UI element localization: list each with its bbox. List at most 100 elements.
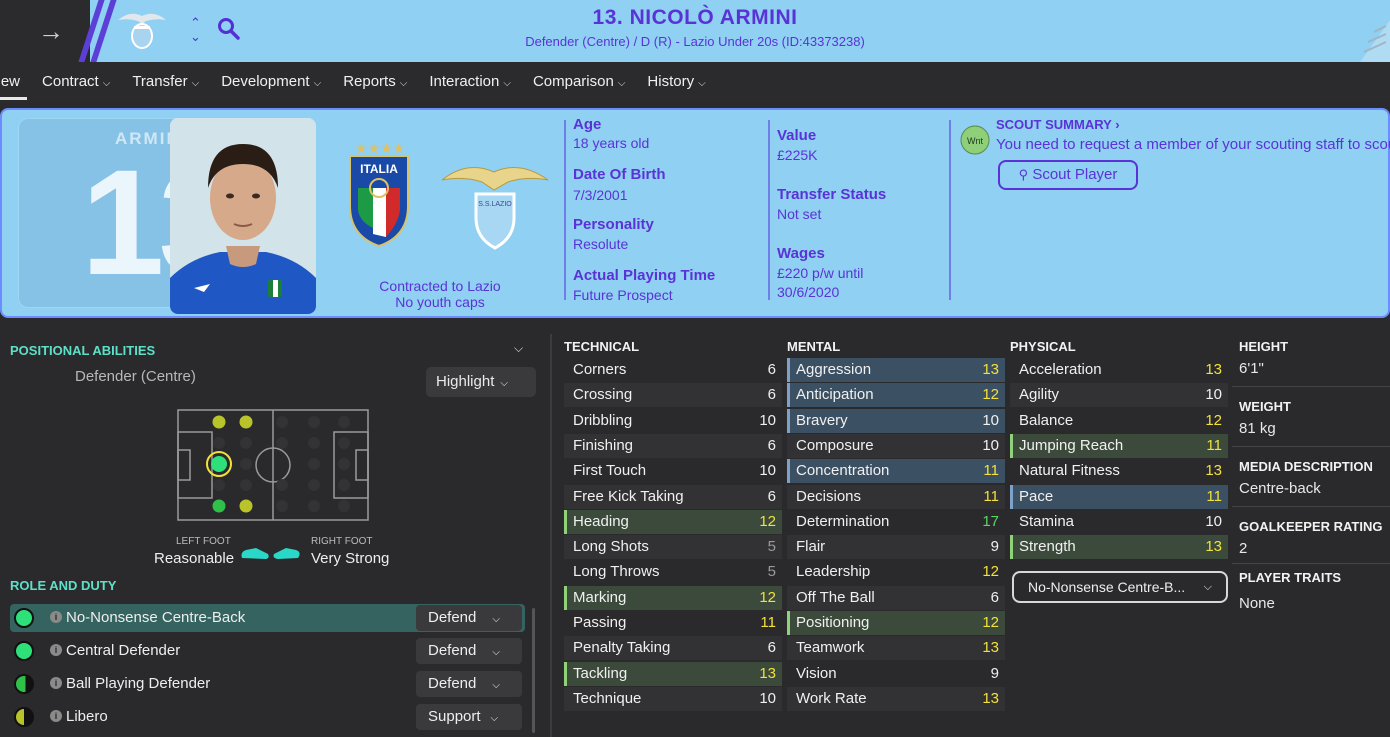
attribute-row[interactable]: Long Throws 5 <box>564 560 782 584</box>
attribute-row[interactable]: Off The Ball 6 <box>787 586 1005 610</box>
scout-summary-link[interactable]: SCOUT SUMMARY › <box>996 117 1120 132</box>
attribute-value: 11 <box>1206 437 1222 454</box>
attribute-row[interactable]: Determination 17 <box>787 510 1005 534</box>
attribute-row[interactable]: Crossing 6 <box>564 383 782 407</box>
personality-value[interactable]: Resolute <box>573 236 628 252</box>
attribute-name: Tackling <box>573 665 628 682</box>
role-row[interactable]: i No-Nonsense Centre-Back Defend ⌵ <box>10 604 525 632</box>
value-value: £225K <box>777 147 818 163</box>
info-icon[interactable]: i <box>50 644 62 656</box>
attribute-row[interactable]: Vision 9 <box>787 662 1005 686</box>
dob-value: 7/3/2001 <box>573 187 628 203</box>
attribute-row[interactable]: Passing 11 <box>564 611 782 635</box>
chevron-down-icon: ⌵ <box>490 713 499 724</box>
chevron-down-icon: ⌵ <box>617 78 626 89</box>
attribute-row[interactable]: Teamwork 13 <box>787 636 1005 660</box>
attribute-row[interactable]: Heading 12 <box>564 510 782 534</box>
attribute-row[interactable]: Jumping Reach 11 <box>1010 434 1228 458</box>
attribute-row[interactable]: Flair 9 <box>787 535 1005 559</box>
tab-history[interactable]: History ⌵ <box>636 62 716 102</box>
attribute-row[interactable]: Concentration 11 <box>787 459 1005 483</box>
player-header: → ⌃ ⌄ 13. NICOLÒ ARMINI Defender (Centre)… <box>0 0 1390 62</box>
italy-badge-icon: ★★★★ ITALIA <box>349 142 409 248</box>
attribute-row[interactable]: Work Rate 13 <box>787 687 1005 711</box>
tab-overview[interactable]: view <box>0 62 31 102</box>
attribute-row[interactable]: Leadership 12 <box>787 560 1005 584</box>
tab-development[interactable]: Development ⌵ <box>210 62 332 102</box>
chevron-down-icon[interactable]: ⌵ <box>514 341 523 356</box>
attribute-value: 5 <box>767 538 776 555</box>
attribute-row[interactable]: Marking 12 <box>564 586 782 610</box>
value-label: Value <box>777 127 817 144</box>
role-row[interactable]: i Central Defender Defend ⌵ <box>10 637 525 665</box>
chevron-down-icon: ⌵ <box>492 647 500 658</box>
tab-transfer[interactable]: Transfer ⌵ <box>121 62 210 102</box>
youth-caps: No youth caps <box>395 294 485 310</box>
attribute-value: 13 <box>982 639 999 656</box>
role-row[interactable]: i Ball Playing Defender Defend ⌵ <box>10 670 525 698</box>
attribute-name: Crossing <box>573 386 633 403</box>
attribute-row[interactable]: Stamina 10 <box>1010 510 1228 534</box>
attribute-row[interactable]: Strength 13 <box>1010 535 1228 559</box>
role-row[interactable]: i Libero Support ⌵ <box>10 703 525 731</box>
profile-summary-panel: ARMIN 13 ★★★★ ITALIA S.S.LAZIO Contracte… <box>0 108 1390 318</box>
italy-and-lazio-badges: ★★★★ ITALIA S.S.LAZIO <box>349 142 549 250</box>
attribute-value: 12 <box>1205 412 1222 429</box>
highlight-dropdown[interactable]: Highlight ⌵ <box>426 367 536 397</box>
attribute-row[interactable]: Pace 11 <box>1010 485 1228 509</box>
attribute-row[interactable]: Tackling 13 <box>564 662 782 686</box>
attribute-name: Heading <box>573 513 629 530</box>
tab-contract[interactable]: Contract ⌵ <box>31 62 121 102</box>
attribute-row[interactable]: Long Shots 5 <box>564 535 782 559</box>
attribute-name: Decisions <box>796 488 862 505</box>
attribute-row[interactable]: Decisions 11 <box>787 485 1005 509</box>
role-list-scrollbar[interactable] <box>532 608 535 733</box>
info-icon[interactable]: i <box>50 710 62 722</box>
attribute-row[interactable]: Acceleration 13 <box>1010 358 1228 382</box>
attribute-value: 10 <box>759 412 776 429</box>
attribute-row[interactable]: Composure 10 <box>787 434 1005 458</box>
info-icon[interactable]: i <box>50 677 62 689</box>
attribute-value: 10 <box>1205 386 1222 403</box>
attribute-row[interactable]: Natural Fitness 13 <box>1010 459 1228 483</box>
media-description-value: Centre-back <box>1239 480 1321 497</box>
attribute-row[interactable]: Positioning 12 <box>787 611 1005 635</box>
info-icon[interactable]: i <box>50 611 62 623</box>
duty-dropdown[interactable]: Defend ⌵ <box>416 671 522 697</box>
attribute-value: 9 <box>990 665 999 682</box>
duty-dropdown[interactable]: Defend ⌵ <box>416 605 522 631</box>
transfer-status-value[interactable]: Not set <box>777 206 821 222</box>
tab-comparison[interactable]: Comparison ⌵ <box>522 62 636 102</box>
attribute-row[interactable]: Balance 12 <box>1010 409 1228 433</box>
attribute-value: 12 <box>982 386 999 403</box>
attribute-row[interactable]: Agility 10 <box>1010 383 1228 407</box>
attribute-row[interactable]: First Touch 10 <box>564 459 782 483</box>
attribute-row[interactable]: Bravery 10 <box>787 409 1005 433</box>
attribute-row[interactable]: Finishing 6 <box>564 434 782 458</box>
duty-dropdown[interactable]: Defend ⌵ <box>416 638 522 664</box>
position-label: Defender (Centre) <box>75 368 196 385</box>
scout-player-button[interactable]: ⚲ Scout Player <box>998 160 1138 190</box>
role-analysis-dropdown[interactable]: No-Nonsense Centre-B... ⌵ <box>1012 571 1228 603</box>
attribute-value: 10 <box>759 462 776 479</box>
tab-reports[interactable]: Reports ⌵ <box>332 62 418 102</box>
tab-interaction[interactable]: Interaction ⌵ <box>418 62 522 102</box>
age-label: Age <box>573 116 602 133</box>
attribute-value: 10 <box>1205 513 1222 530</box>
attribute-row[interactable]: Penalty Taking 6 <box>564 636 782 660</box>
attribute-value: 13 <box>759 665 776 682</box>
chevron-down-icon: ⌵ <box>500 378 508 389</box>
duty-dropdown[interactable]: Support ⌵ <box>416 704 522 730</box>
goalkeeper-rating-label: GOALKEEPER RATING <box>1239 519 1383 534</box>
attribute-row[interactable]: Corners 6 <box>564 358 782 382</box>
attribute-row[interactable]: Technique 10 <box>564 687 782 711</box>
attribute-row[interactable]: Free Kick Taking 6 <box>564 485 782 509</box>
attribute-value: 6 <box>767 361 776 378</box>
attribute-value: 13 <box>982 361 999 378</box>
attribute-name: Finishing <box>573 437 634 454</box>
attribute-row[interactable]: Anticipation 12 <box>787 383 1005 407</box>
attribute-row[interactable]: Dribbling 10 <box>564 409 782 433</box>
physical-title: PHYSICAL <box>1010 339 1076 354</box>
media-description-label: MEDIA DESCRIPTION <box>1239 459 1373 474</box>
attribute-row[interactable]: Aggression 13 <box>787 358 1005 382</box>
